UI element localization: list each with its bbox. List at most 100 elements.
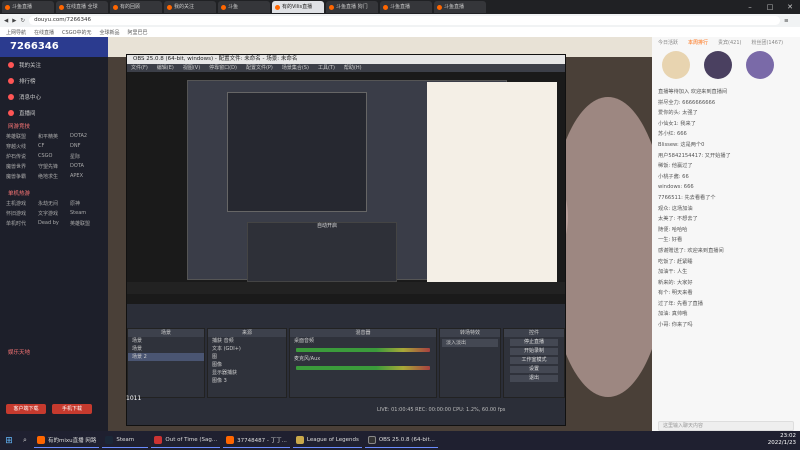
game-link[interactable]: Dead by	[38, 220, 70, 227]
obs-window[interactable]: OBS 25.0.8 (64-bit, windows) - 配置文件: 未命名…	[126, 54, 566, 426]
game-link[interactable]: DOTA	[70, 163, 102, 170]
game-link[interactable]: 永劫无间	[38, 200, 70, 207]
bookmark-item[interactable]: 全球新品	[100, 29, 120, 36]
client-download-button[interactable]: 客户端下载	[6, 404, 46, 414]
menu-icon[interactable]: ≡	[784, 18, 800, 24]
start-recording-button[interactable]: 开始录制	[510, 348, 558, 355]
back-icon[interactable]: ◀	[4, 18, 8, 24]
taskbar-app[interactable]: Steam	[102, 433, 149, 448]
game-link[interactable]: 星际	[70, 153, 102, 160]
game-link[interactable]: 主机游戏	[6, 200, 38, 207]
browser-tab[interactable]: 斗鱼直播	[380, 1, 432, 13]
taskbar-app[interactable]: 有的mixu直播 网路	[34, 433, 100, 448]
refresh-icon[interactable]: ↻	[20, 18, 25, 24]
game-link[interactable]: 穿越火线	[6, 143, 38, 150]
browser-tab[interactable]: 我的关注	[164, 1, 216, 13]
url-field[interactable]: douyu.com/7266346	[29, 16, 780, 25]
browser-tab[interactable]: 斗鱼直播	[2, 1, 54, 13]
bookmark-item[interactable]: 在线直播	[34, 29, 54, 36]
bookmark-item[interactable]: CSGO中的无	[62, 29, 91, 36]
browser-tab[interactable]: 有的回顾	[110, 1, 162, 13]
system-clock[interactable]: 23:02 2022/1/23	[768, 433, 796, 447]
game-link[interactable]: 魔兽争霸	[6, 173, 38, 180]
scene-item[interactable]: 场景 2	[128, 353, 204, 361]
browser-tab[interactable]: 斗鱼	[218, 1, 270, 13]
source-item[interactable]: 图像	[208, 361, 286, 369]
avatar[interactable]	[746, 51, 774, 79]
game-link[interactable]: 英雄联盟	[70, 220, 102, 227]
game-link[interactable]: 和平精英	[38, 133, 70, 140]
browser-tab[interactable]: 斗鱼直播 狗门	[326, 1, 378, 13]
game-link[interactable]: APEX	[70, 173, 102, 180]
transition-select[interactable]: 淡入淡出	[442, 339, 498, 347]
close-button[interactable]: ✕	[780, 0, 800, 14]
scene-item[interactable]: 场景	[128, 337, 204, 345]
source-item[interactable]: 显示器捕获	[208, 369, 286, 377]
menu-item[interactable]: 文件(F)	[131, 64, 148, 72]
menu-item[interactable]: 配置文件(P)	[246, 64, 273, 72]
mobile-download-button[interactable]: 手机下载	[52, 404, 92, 414]
source-item[interactable]: 图	[208, 353, 286, 361]
stop-streaming-button[interactable]: 停止直播	[510, 339, 558, 346]
tab-weekly[interactable]: 本周排行	[688, 39, 708, 46]
game-link[interactable]: 炉石传说	[6, 153, 38, 160]
chat-input[interactable]: 这里输入聊天内容	[658, 421, 794, 431]
game-link[interactable]: 魔兽世界	[6, 163, 38, 170]
game-link[interactable]: 守望先锋	[38, 163, 70, 170]
game-link[interactable]: 文字游戏	[38, 210, 70, 217]
menu-item[interactable]: 帮助(H)	[344, 64, 362, 72]
tab-fans[interactable]: 粉丝团(1467)	[751, 39, 783, 46]
stream-player[interactable]: OBS 25.0.8 (64-bit, windows) - 配置文件: 未命名…	[108, 37, 652, 431]
forward-icon[interactable]: ▶	[12, 18, 16, 24]
windows-start-icon[interactable]: ⊞	[2, 436, 16, 446]
volume-meter[interactable]	[296, 366, 430, 370]
browser-tab[interactable]: 在线直播 全球	[56, 1, 108, 13]
menu-item[interactable]: 编辑(E)	[157, 64, 174, 72]
taskbar-app[interactable]: League of Legends	[292, 433, 362, 448]
game-link[interactable]: Steam	[70, 210, 102, 217]
bookmark-item[interactable]: 阿里巴巴	[128, 29, 148, 36]
taskbar-app[interactable]: OBS 25.0.8 (64-bit...	[364, 433, 438, 448]
scene-item[interactable]: 场景	[128, 345, 204, 353]
browser-tab[interactable]: 斗鱼直播	[434, 1, 486, 13]
menu-item[interactable]: 工具(T)	[318, 64, 335, 72]
game-link[interactable]: CSGO	[38, 153, 70, 160]
chat-message: 有个: 明天来看	[658, 290, 693, 297]
tab-vip[interactable]: 贵宾(421)	[718, 39, 741, 46]
source-item[interactable]: 图像 3	[208, 377, 286, 385]
exit-button[interactable]: 退出	[510, 375, 558, 382]
studio-mode-button[interactable]: 工作室模式	[510, 357, 558, 364]
bookmark-item[interactable]: 上网导航	[6, 29, 26, 36]
game-link[interactable]: DOTA2	[70, 133, 102, 140]
chat-panel: 今日活跃 本周排行 贵宾(421) 粉丝团(1467) 直播等待加入 欢迎来到直…	[652, 37, 800, 431]
menu-item[interactable]: 视图(V)	[183, 64, 200, 72]
game-link[interactable]: 怀旧游戏	[6, 210, 38, 217]
game-link[interactable]: 绝地求生	[38, 173, 70, 180]
obs-preview[interactable]: 自动开启	[127, 72, 565, 304]
minimize-button[interactable]: –	[740, 0, 760, 14]
tab-today[interactable]: 今日活跃	[658, 39, 678, 46]
game-link[interactable]: DNF	[70, 143, 102, 150]
search-icon[interactable]: ⌕	[19, 436, 31, 445]
game-link[interactable]: CF	[38, 143, 70, 150]
sidebar-item-follow[interactable]: 我的关注	[0, 57, 108, 73]
menu-item[interactable]: 停靠窗口(D)	[209, 64, 237, 72]
taskbar-app[interactable]: Out of Time (Sag...	[151, 433, 221, 448]
browser-tab-active[interactable]: 有的Vilis直播	[272, 1, 324, 13]
game-link[interactable]: 原神	[70, 200, 102, 207]
nested-obs	[247, 222, 397, 282]
source-item[interactable]: 捕获 音频	[208, 337, 286, 345]
source-item[interactable]: 文本 (GDI+)	[208, 345, 286, 353]
game-link[interactable]: 英雄联盟	[6, 133, 38, 140]
sidebar-item-rank[interactable]: 排行榜	[0, 73, 108, 89]
avatar[interactable]	[662, 51, 690, 79]
sidebar-item-messages[interactable]: 消息中心	[0, 89, 108, 105]
menu-item[interactable]: 场景集合(S)	[282, 64, 309, 72]
avatar[interactable]	[704, 51, 732, 79]
taskbar-app[interactable]: 37748487 - 丁丁...	[223, 433, 290, 448]
volume-meter[interactable]	[296, 348, 430, 352]
settings-button[interactable]: 设置	[510, 366, 558, 373]
sidebar-item-live[interactable]: 直播间	[0, 105, 108, 121]
maximize-button[interactable]: □	[760, 0, 780, 14]
game-link[interactable]: 单机时代	[6, 220, 38, 227]
